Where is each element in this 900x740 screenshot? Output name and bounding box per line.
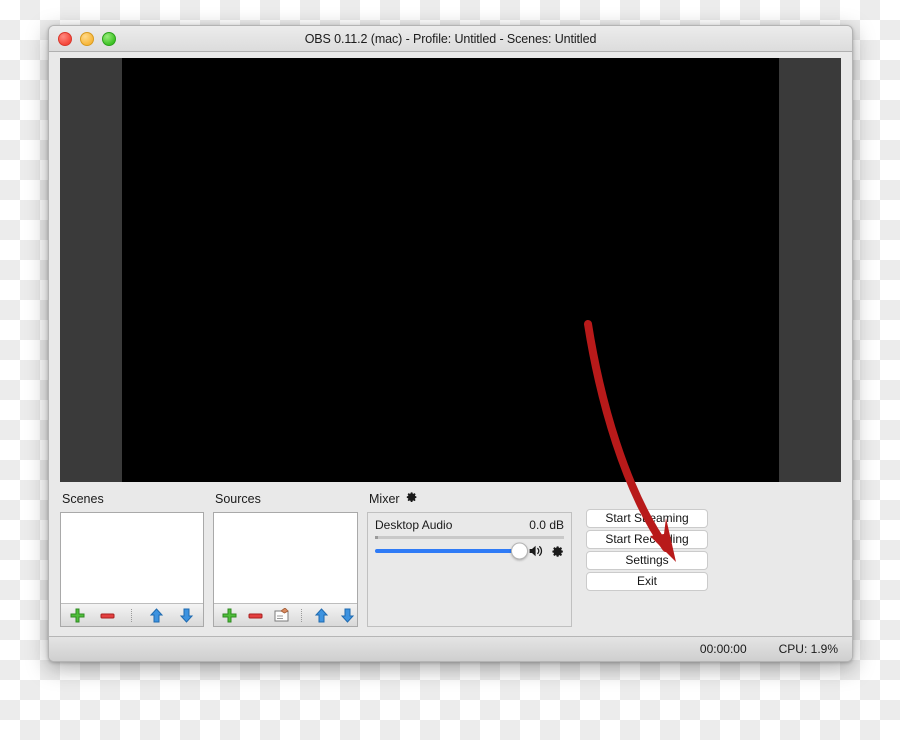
sources-move-down-icon[interactable] [340, 607, 355, 624]
volume-slider-knob[interactable] [511, 542, 528, 560]
scenes-list[interactable] [61, 513, 203, 603]
scenes-remove-icon[interactable] [100, 607, 117, 624]
mixer-panel: Mixer Desktop Audio 0.0 dB [367, 491, 572, 627]
status-bar: 00:00:00 CPU: 1.9% [49, 636, 852, 661]
scenes-title: Scenes [62, 491, 104, 506]
volume-slider[interactable] [375, 542, 528, 560]
scenes-listbox[interactable] [60, 512, 204, 627]
preview-canvas[interactable] [122, 58, 779, 482]
speaker-icon[interactable] [528, 544, 544, 558]
recording-timer: 00:00:00 [699, 642, 747, 656]
cpu-usage: CPU: 1.9% [778, 642, 838, 656]
exit-button[interactable]: Exit [586, 572, 708, 591]
sources-panel: Sources [213, 491, 358, 627]
mixer-level-meter [375, 536, 564, 539]
scenes-move-up-icon[interactable] [148, 607, 165, 624]
scenes-panel: Scenes [60, 491, 204, 627]
scenes-toolbar [61, 603, 203, 626]
sources-remove-icon[interactable] [248, 607, 263, 624]
settings-button[interactable]: Settings [586, 551, 708, 570]
start-recording-button[interactable]: Start Recording [586, 530, 708, 549]
minimize-button[interactable] [80, 31, 94, 46]
mixer-channels: Desktop Audio 0.0 dB [367, 512, 572, 627]
sources-toolbar [214, 603, 357, 626]
window-titlebar: OBS 0.11.2 (mac) - Profile: Untitled - S… [49, 26, 852, 52]
sources-title: Sources [215, 491, 261, 506]
sources-add-icon[interactable] [222, 607, 237, 624]
sources-move-up-icon[interactable] [314, 607, 329, 624]
mixer-channel-level: 0.0 dB [529, 518, 564, 532]
mixer-title-label: Mixer [369, 491, 400, 506]
start-streaming-button[interactable]: Start Streaming [586, 509, 708, 528]
obs-application-window: OBS 0.11.2 (mac) - Profile: Untitled - S… [48, 25, 853, 662]
toolbar-separator [301, 608, 302, 622]
mixer-title: Mixer [369, 491, 572, 506]
mixer-channel-name: Desktop Audio [375, 518, 453, 532]
mixer-channel-header: Desktop Audio 0.0 dB [375, 518, 564, 532]
close-button[interactable] [58, 31, 72, 46]
gear-icon[interactable] [405, 491, 417, 506]
mixer-slider-row [375, 542, 564, 560]
zoom-button[interactable] [102, 31, 116, 46]
controls-panel: Start Streaming Start Recording Settings… [586, 491, 708, 593]
toolbar-separator [131, 608, 133, 622]
scenes-move-down-icon[interactable] [178, 607, 195, 624]
sources-listbox[interactable] [213, 512, 358, 627]
window-title: OBS 0.11.2 (mac) - Profile: Untitled - S… [304, 31, 597, 46]
preview-area[interactable] [60, 58, 841, 482]
mixer-channel-settings-icon[interactable] [550, 544, 564, 558]
sources-list[interactable] [214, 513, 357, 603]
dock-panels: Scenes Sources Mixer Desktop Audio 0.0 d… [49, 482, 852, 645]
sources-properties-icon[interactable] [274, 607, 289, 624]
window-traffic-lights [58, 31, 116, 46]
scenes-add-icon[interactable] [69, 607, 86, 624]
